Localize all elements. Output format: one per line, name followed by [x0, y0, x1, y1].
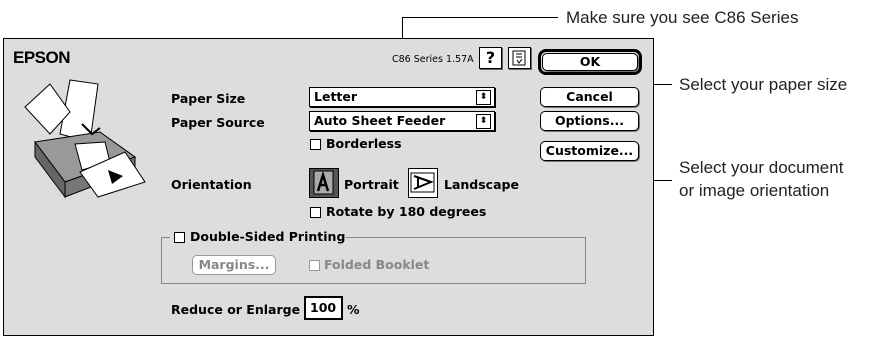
- portrait-label[interactable]: Portrait: [344, 177, 399, 192]
- landscape-label[interactable]: Landscape: [444, 177, 519, 192]
- customize-button[interactable]: Customize...: [540, 141, 639, 161]
- callout-series: Make sure you see C86 Series: [566, 8, 799, 27]
- help-icon[interactable]: ?: [479, 47, 502, 69]
- paper-size-select[interactable]: Letter ⬍: [309, 87, 495, 107]
- epson-logo: EPSON: [13, 48, 71, 67]
- paper-size-value: Letter: [314, 89, 358, 104]
- callout-series-line-h: [402, 17, 558, 18]
- portrait-icon[interactable]: [309, 168, 339, 198]
- paper-source-select[interactable]: Auto Sheet Feeder ⬍: [309, 111, 495, 131]
- folded-booklet-label: Folded Booklet: [324, 257, 430, 272]
- ok-button[interactable]: OK: [542, 53, 638, 71]
- select-arrows-icon: ⬍: [476, 114, 491, 129]
- callout-orientation-2: or image orientation: [679, 181, 830, 200]
- reduce-enlarge-label: Reduce or Enlarge: [171, 302, 301, 317]
- options-button[interactable]: Options...: [540, 111, 639, 131]
- margins-button[interactable]: Margins...: [192, 255, 276, 275]
- print-dialog: EPSON C86 Series 1.57A ? OK Cancel Optio…: [3, 38, 654, 336]
- double-sided-checkbox[interactable]: [174, 232, 185, 243]
- double-sided-header: Double-Sided Printing: [170, 229, 346, 245]
- paper-source-value: Auto Sheet Feeder: [314, 113, 446, 128]
- ok-button-ring: OK: [538, 49, 642, 75]
- select-arrows-icon: ⬍: [476, 90, 491, 105]
- callout-paper-size: Select your paper size: [679, 75, 848, 94]
- borderless-label: Borderless: [326, 136, 402, 151]
- utility-icon[interactable]: [508, 47, 531, 69]
- landscape-icon[interactable]: [408, 168, 438, 198]
- paper-size-label: Paper Size: [171, 91, 246, 106]
- printer-illustration: [24, 79, 146, 199]
- version-label: C86 Series 1.57A: [392, 54, 474, 65]
- cancel-button[interactable]: Cancel: [540, 87, 639, 107]
- orientation-label: Orientation: [171, 177, 252, 192]
- percent-label: %: [347, 302, 360, 317]
- rotate-checkbox[interactable]: [310, 207, 321, 218]
- paper-source-label: Paper Source: [171, 115, 265, 130]
- callout-orientation-1: Select your document: [679, 158, 844, 177]
- reduce-enlarge-input[interactable]: 100: [304, 296, 343, 320]
- double-sided-label: Double-Sided Printing: [190, 229, 346, 244]
- help-glyph: ?: [485, 48, 496, 67]
- folded-booklet-checkbox[interactable]: [309, 260, 320, 271]
- rotate-label: Rotate by 180 degrees: [326, 204, 487, 219]
- borderless-checkbox[interactable]: [310, 139, 321, 150]
